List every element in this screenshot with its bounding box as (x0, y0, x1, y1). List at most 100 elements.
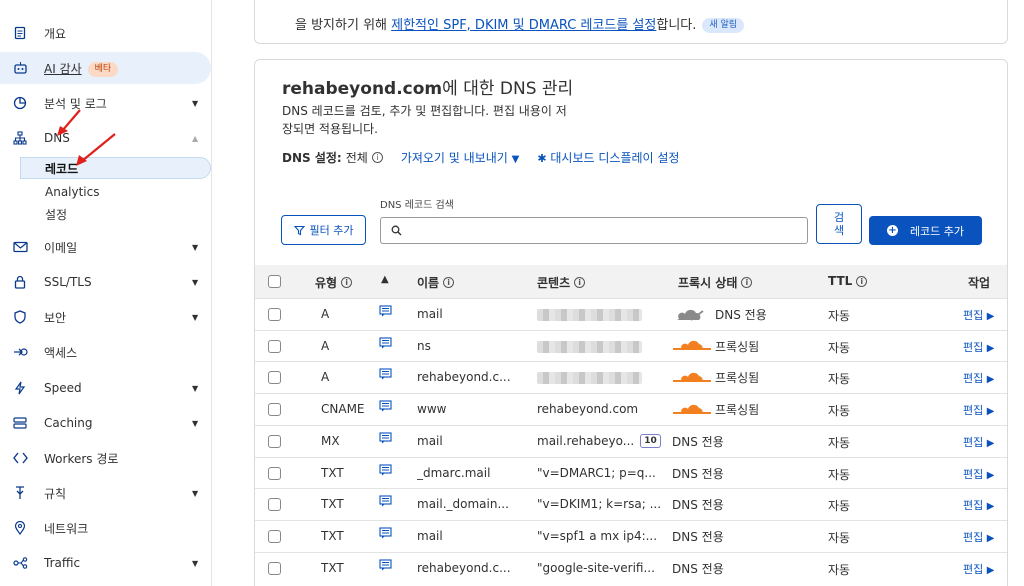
sidebar-item-label: 네트워크 (44, 521, 89, 536)
sidebar-subitem-label: Analytics (45, 185, 100, 199)
comment-icon[interactable] (379, 495, 392, 510)
record-name: ns (417, 338, 431, 353)
edit-record-link[interactable]: 편집 ▶ (963, 339, 994, 355)
proxy-status: DNS 전용 (672, 465, 724, 482)
sidebar-item-speed[interactable]: Speed ▼ (0, 372, 211, 404)
table-row[interactable]: CNAME www rehabeyond.com 프록싱됨 자동 편집 ▶ (255, 393, 1007, 425)
lightning-icon (12, 380, 28, 396)
sidebar-subitem-records[interactable]: 레코드 (20, 157, 211, 179)
comment-icon[interactable] (379, 337, 392, 352)
comment-icon[interactable] (379, 527, 392, 542)
location-icon (12, 520, 28, 536)
notice-spf-dkim-dmarc-link[interactable]: 제한적인 SPF, DKIM 및 DMARC 레코드를 설정 (391, 18, 656, 33)
row-checkbox[interactable] (268, 434, 281, 448)
network-icon (12, 130, 28, 146)
edit-record-link[interactable]: 편집 ▶ (963, 307, 994, 323)
table-row[interactable]: TXT rehabeyond.c... "google-site-verifi...… (255, 551, 1007, 584)
table-row[interactable]: MX mail mail.rehabeyo... 10 DNS 전용 자동 편집 ▶ (255, 424, 1007, 457)
row-checkbox[interactable] (268, 308, 281, 321)
sidebar-item-overview[interactable]: 개요 (0, 17, 211, 49)
row-checkbox[interactable] (268, 529, 281, 543)
domain-name: rehabeyond.com (282, 79, 443, 99)
search-input[interactable] (380, 217, 808, 244)
proxy-status: DNS 전용 (672, 528, 724, 545)
dashboard-display-settings-link[interactable]: ✱ 대시보드 디스플레이 설정 (537, 149, 679, 166)
sidebar-item-security[interactable]: 보안 ▼ (0, 301, 211, 333)
sidebar: 개요 AI 감사 베타 분석 및 로그 ▼ DNS ▲ 레코드 Analytic… (0, 0, 212, 586)
edit-record-link[interactable]: 편집 ▶ (963, 561, 994, 577)
caret-right-icon: ▶ (986, 501, 995, 513)
sidebar-item-network[interactable]: 네트워크 (0, 512, 211, 544)
new-alert-badge: 새 알림 (702, 18, 745, 33)
comment-icon[interactable] (379, 400, 392, 415)
record-content-cell: "v=DKIM1; k=rsa; ... (537, 497, 665, 511)
import-export-dropdown[interactable]: 가져오기 및 내보내기 ▼ (401, 149, 520, 166)
add-filter-button[interactable]: 필터 추가 (281, 215, 366, 245)
edit-record-link[interactable]: 편집 ▶ (963, 529, 994, 545)
row-checkbox[interactable] (268, 371, 281, 385)
edit-record-link[interactable]: 편집 ▶ (963, 497, 994, 513)
sidebar-item-email[interactable]: 이메일 ▼ (0, 231, 211, 263)
sidebar-item-label: 이메일 (44, 240, 78, 255)
row-checkbox[interactable] (268, 403, 281, 417)
sidebar-item-traffic[interactable]: Traffic ▼ (0, 547, 211, 579)
title-suffix: 에 대한 DNS 관리 (442, 79, 574, 99)
edit-record-link[interactable]: 편집 ▶ (963, 370, 994, 386)
column-proxy-status[interactable]: 프록시 상태 i (678, 274, 753, 291)
caret-right-icon: ▶ (986, 374, 995, 386)
table-row[interactable]: TXT mail "v=spf1 a mx ip4:... DNS 전용 자동 편집 ▶ (255, 519, 1007, 552)
record-ttl: 자동 (828, 435, 851, 450)
column-ttl[interactable]: TTL i (828, 274, 868, 288)
sidebar-item-rules[interactable]: 규칙 ▼ (0, 477, 211, 509)
search-button[interactable]: 검색 (816, 204, 862, 244)
comment-icon[interactable] (379, 305, 392, 320)
column-name[interactable]: 이름 i (417, 274, 455, 291)
proxy-status-label: DNS 전용 (672, 498, 724, 513)
sidebar-item-workers-routes[interactable]: Workers 경로 (0, 442, 211, 474)
sort-ascending-icon[interactable]: ▲ (381, 274, 389, 285)
column-name-label: 이름 (417, 276, 440, 290)
row-checkbox[interactable] (268, 466, 281, 480)
table-row[interactable]: Arehabeyond.c... 프록싱됨 자동 편집 ▶ (255, 361, 1007, 393)
table-row[interactable]: Amail DNS 전용 자동 편집 ▶ (255, 298, 1007, 330)
chevron-down-icon: ▼ (192, 488, 199, 498)
filter-icon (293, 225, 305, 235)
sidebar-item-ssl-tls[interactable]: SSL/TLS ▼ (0, 266, 211, 298)
column-content[interactable]: 콘텐츠 i (537, 274, 586, 291)
edit-record-link[interactable]: 편집 ▶ (963, 402, 994, 418)
comment-icon[interactable] (379, 463, 392, 479)
row-checkbox[interactable] (268, 339, 281, 353)
sidebar-item-caching[interactable]: Caching ▼ (0, 407, 211, 439)
comment-icon[interactable] (379, 559, 392, 574)
add-record-button[interactable]: + 레코드 추가 (869, 216, 982, 245)
redacted-content (537, 309, 642, 321)
table-row[interactable]: TXT _dmarc.mail "v=DMARC1; p=q... DNS 전용 자동 편… (255, 456, 1007, 489)
sidebar-item-dns[interactable]: DNS ▲ (0, 122, 211, 154)
info-icon[interactable]: i (371, 152, 383, 163)
edit-record-link[interactable]: 편집 ▶ (963, 434, 994, 450)
table-row[interactable]: Ans 프록싱됨 자동 편집 ▶ (255, 329, 1007, 362)
record-content-cell (537, 309, 665, 321)
record-type: TXT (321, 560, 344, 575)
comment-icon[interactable] (379, 368, 392, 383)
sidebar-subitem-analytics[interactable]: Analytics (0, 181, 211, 203)
sidebar-subitem-label: 레코드 (45, 161, 79, 176)
select-all-checkbox[interactable] (268, 275, 281, 288)
ai-audit-label: AI 감사 (44, 61, 82, 76)
rules-icon (12, 485, 28, 501)
row-checkbox[interactable] (268, 498, 281, 512)
comment-icon[interactable] (379, 432, 392, 447)
caret-right-icon: ▶ (986, 564, 995, 576)
edit-label: 편집 (963, 562, 984, 576)
edit-record-link[interactable]: 편집 ▶ (963, 466, 994, 482)
table-row[interactable]: TXT mail._domain... "v=DKIM1; k=rsa; ... DN… (255, 488, 1007, 520)
sidebar-subitem-settings[interactable]: 설정 (0, 203, 211, 225)
sidebar-item-analytics-logs[interactable]: 분석 및 로그 ▼ (0, 87, 211, 119)
sidebar-item-ai-audit[interactable]: AI 감사 베타 (0, 52, 211, 84)
record-type: TXT (321, 528, 344, 543)
row-checkbox[interactable] (268, 561, 281, 575)
column-type[interactable]: 유형 i (315, 274, 353, 291)
info-icon: i (574, 277, 586, 288)
proxied-cloud-icon (673, 372, 711, 382)
sidebar-item-access[interactable]: 액세스 (0, 336, 211, 368)
